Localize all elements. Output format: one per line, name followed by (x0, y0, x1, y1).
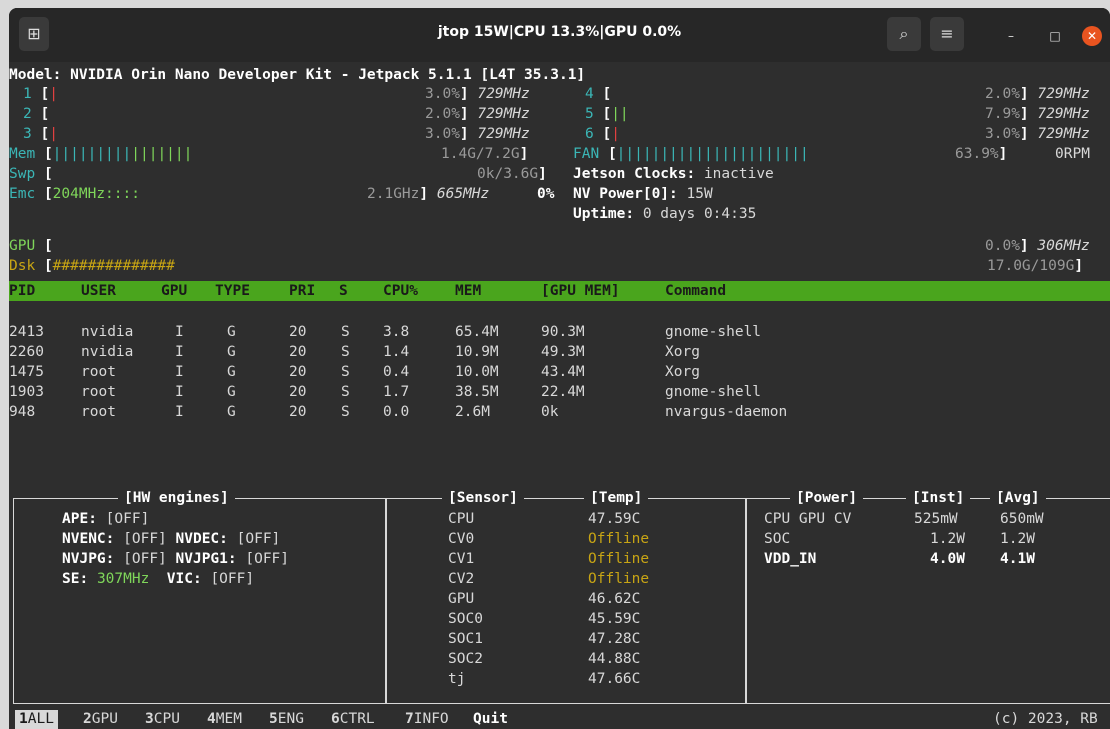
menu-icon[interactable]: ≡ (930, 17, 964, 51)
table-row[interactable]: 2413 nvidia I G 20 S 3.8 65.4M 90.3M gnome-shell (9, 302, 1109, 340)
gpu-value: 0.0%] 306MHz (985, 238, 1090, 254)
title-bar: ⊞ jtop 15W|CPU 13.3%|GPU 0.0% ⌕ ≡ – □ ✕ (9, 8, 1110, 62)
minimize-icon[interactable]: – (1001, 26, 1021, 46)
hw-engines-panel: [HW engines] APE: [OFF] NVENC: [OFF] NVD… (13, 488, 387, 704)
swap-bar: Swp [ (9, 166, 53, 182)
jetson-clocks: Jetson Clocks: inactive (573, 166, 774, 182)
cpu-5-value: 7.9%] 729MHz (985, 106, 1090, 122)
search-icon[interactable]: ⌕ (887, 17, 921, 51)
table-row[interactable]: 948 root I G 20 S 0.0 2.6M 0k nvargus-daemon (9, 382, 1109, 420)
disk-value: 17.0G/109G] (987, 258, 1084, 274)
fan-rpm: 0RPM (1055, 146, 1090, 162)
table-row[interactable]: 1475 root I G 20 S 0.4 10.0M 43.4M Xorg (9, 342, 1109, 380)
cpu-6-value: 3.0%] 729MHz (985, 126, 1090, 142)
nv-power: NV Power[0]: 15W (573, 186, 713, 202)
quit-button[interactable]: Quit (473, 710, 508, 729)
copyright: (c) 2023, RB (993, 711, 1098, 727)
cpu-5-label: 5 [|| (585, 106, 629, 122)
emc-bar: Emc [204MHz:::: (9, 186, 140, 202)
tab-ctrl[interactable]: 6CTRL (331, 710, 375, 729)
table-row[interactable]: 2260 nvidia I G 20 S 1.4 10.9M 49.3M Xorg (9, 322, 1109, 360)
table-row[interactable]: 1903 root I G 20 S 1.7 38.5M 22.4M gnome-shell (9, 362, 1109, 400)
tab-info[interactable]: 7INFO (405, 710, 449, 729)
terminal-window: ⊞ jtop 15W|CPU 13.3%|GPU 0.0% ⌕ ≡ – □ ✕ … (9, 8, 1110, 729)
tab-all[interactable]: 1ALL (15, 710, 58, 729)
terminal[interactable]: Model: NVIDIA Orin Nano Developer Kit - … (9, 62, 1110, 729)
cpu-3-label: 3 [| (23, 126, 58, 142)
mem-bar: Mem [|||||||||||||||| (9, 146, 193, 162)
se-line: SE: 307MHz VIC: [OFF] (62, 571, 255, 587)
nvenc-line: NVENC: [OFF] NVDEC: [OFF] (62, 531, 281, 547)
cpu-2-value: 2.0%] 729MHz (425, 106, 530, 122)
model-line: Model: NVIDIA Orin Nano Developer Kit - … (9, 67, 586, 83)
cpu-4-value: 2.0%] 729MHz (985, 86, 1090, 102)
tab-mem[interactable]: 4MEM (207, 710, 242, 729)
function-key-bar: 1ALL 2GPU 3CPU 4MEM 5ENG 6CTRL 7INFO Qui… (9, 710, 1110, 729)
cpu-2-label: 2 [ (23, 106, 50, 122)
maximize-icon[interactable]: □ (1045, 26, 1065, 46)
disk-bar: Dsk [############## (9, 258, 175, 274)
gpu-bar: GPU [ (9, 238, 53, 254)
close-icon[interactable]: ✕ (1082, 26, 1102, 46)
tab-gpu[interactable]: 2GPU (83, 710, 118, 729)
emc-value: 2.1GHz] 665MHz (367, 186, 490, 202)
nvjpg-line: NVJPG: [OFF] NVJPG1: [OFF] (62, 551, 290, 567)
tab-eng[interactable]: 5ENG (269, 710, 304, 729)
fan-bar: FAN [|||||||||||||||||||||| (573, 146, 809, 162)
sensor-panel: [Sensor] [Temp] CPU 47.59C CV0 Offline CV1… (385, 488, 747, 704)
cpu-6-label: 6 [| (585, 126, 620, 142)
fan-value: 63.9%] (955, 146, 1008, 162)
cpu-3-value: 3.0%] 729MHz (425, 126, 530, 142)
power-panel: [Power] [Inst] [Avg] CPU GPU CV 525mW 650m… (745, 488, 1110, 704)
cpu-1-label: 1 [| (23, 86, 58, 102)
process-table-header: PID USER GPU TYPE PRI S CPU% MEM [GPU ME… (9, 281, 1110, 301)
emc-pct: 0% (537, 186, 555, 202)
swap-value: 0k/3.6G] (477, 166, 547, 182)
uptime: Uptime: 0 days 0:4:35 (573, 206, 757, 222)
tab-cpu[interactable]: 3CPU (145, 710, 180, 729)
cpu-4-label: 4 [ (585, 86, 612, 102)
ape-line: APE: [OFF] (62, 511, 150, 527)
cpu-1-value: 3.0%] 729MHz (425, 86, 530, 102)
mem-value: 1.4G/7.2G] (441, 146, 529, 162)
